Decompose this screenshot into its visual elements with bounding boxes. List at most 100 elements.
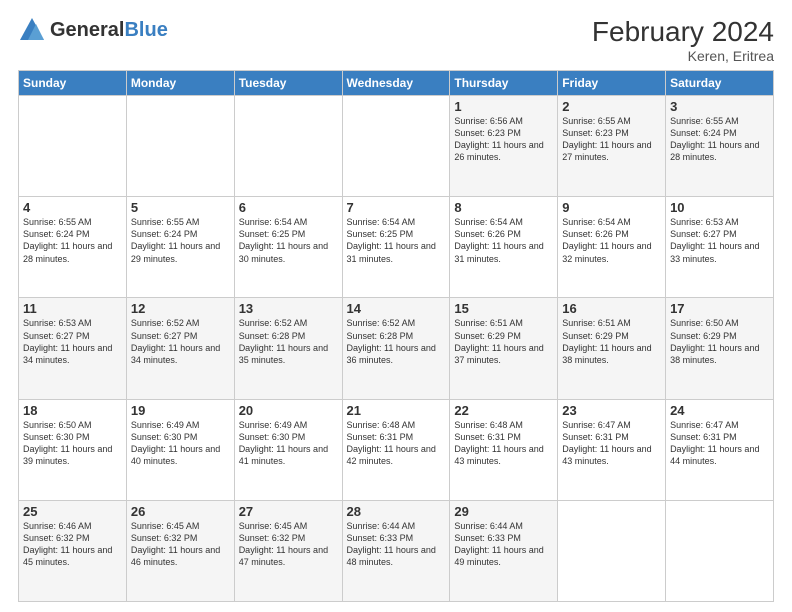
day-number: 27 (239, 504, 338, 519)
table-cell (126, 96, 234, 197)
table-cell (19, 96, 127, 197)
day-info: Sunrise: 6:56 AM Sunset: 6:23 PM Dayligh… (454, 115, 553, 164)
day-number: 2 (562, 99, 661, 114)
day-number: 10 (670, 200, 769, 215)
table-cell: 25Sunrise: 6:46 AM Sunset: 6:32 PM Dayli… (19, 500, 127, 601)
day-number: 15 (454, 301, 553, 316)
day-number: 26 (131, 504, 230, 519)
day-info: Sunrise: 6:55 AM Sunset: 6:24 PM Dayligh… (131, 216, 230, 265)
day-info: Sunrise: 6:52 AM Sunset: 6:27 PM Dayligh… (131, 317, 230, 366)
day-info: Sunrise: 6:54 AM Sunset: 6:26 PM Dayligh… (454, 216, 553, 265)
table-cell: 4Sunrise: 6:55 AM Sunset: 6:24 PM Daylig… (19, 197, 127, 298)
day-info: Sunrise: 6:51 AM Sunset: 6:29 PM Dayligh… (454, 317, 553, 366)
day-number: 3 (670, 99, 769, 114)
calendar-row: 18Sunrise: 6:50 AM Sunset: 6:30 PM Dayli… (19, 399, 774, 500)
logo-text-general: General (50, 19, 124, 41)
table-cell: 13Sunrise: 6:52 AM Sunset: 6:28 PM Dayli… (234, 298, 342, 399)
day-info: Sunrise: 6:47 AM Sunset: 6:31 PM Dayligh… (562, 419, 661, 468)
calendar-row: 4Sunrise: 6:55 AM Sunset: 6:24 PM Daylig… (19, 197, 774, 298)
col-saturday: Saturday (666, 71, 774, 96)
day-info: Sunrise: 6:47 AM Sunset: 6:31 PM Dayligh… (670, 419, 769, 468)
day-number: 9 (562, 200, 661, 215)
day-info: Sunrise: 6:52 AM Sunset: 6:28 PM Dayligh… (239, 317, 338, 366)
col-friday: Friday (558, 71, 666, 96)
day-number: 7 (347, 200, 446, 215)
table-cell: 12Sunrise: 6:52 AM Sunset: 6:27 PM Dayli… (126, 298, 234, 399)
day-number: 6 (239, 200, 338, 215)
day-info: Sunrise: 6:52 AM Sunset: 6:28 PM Dayligh… (347, 317, 446, 366)
table-cell (234, 96, 342, 197)
calendar-row: 11Sunrise: 6:53 AM Sunset: 6:27 PM Dayli… (19, 298, 774, 399)
logo: GeneralBlue (18, 16, 168, 44)
day-info: Sunrise: 6:49 AM Sunset: 6:30 PM Dayligh… (239, 419, 338, 468)
table-cell: 5Sunrise: 6:55 AM Sunset: 6:24 PM Daylig… (126, 197, 234, 298)
table-cell: 15Sunrise: 6:51 AM Sunset: 6:29 PM Dayli… (450, 298, 558, 399)
col-thursday: Thursday (450, 71, 558, 96)
table-cell: 19Sunrise: 6:49 AM Sunset: 6:30 PM Dayli… (126, 399, 234, 500)
month-year: February 2024 (592, 16, 774, 48)
location: Keren, Eritrea (592, 48, 774, 64)
day-number: 1 (454, 99, 553, 114)
day-number: 14 (347, 301, 446, 316)
table-cell (342, 96, 450, 197)
day-info: Sunrise: 6:44 AM Sunset: 6:33 PM Dayligh… (347, 520, 446, 569)
day-number: 16 (562, 301, 661, 316)
table-cell: 14Sunrise: 6:52 AM Sunset: 6:28 PM Dayli… (342, 298, 450, 399)
title-block: February 2024 Keren, Eritrea (592, 16, 774, 64)
table-cell: 10Sunrise: 6:53 AM Sunset: 6:27 PM Dayli… (666, 197, 774, 298)
table-cell (558, 500, 666, 601)
table-cell: 27Sunrise: 6:45 AM Sunset: 6:32 PM Dayli… (234, 500, 342, 601)
day-number: 18 (23, 403, 122, 418)
day-info: Sunrise: 6:55 AM Sunset: 6:23 PM Dayligh… (562, 115, 661, 164)
day-info: Sunrise: 6:53 AM Sunset: 6:27 PM Dayligh… (670, 216, 769, 265)
day-number: 13 (239, 301, 338, 316)
header-row: Sunday Monday Tuesday Wednesday Thursday… (19, 71, 774, 96)
table-cell: 18Sunrise: 6:50 AM Sunset: 6:30 PM Dayli… (19, 399, 127, 500)
day-info: Sunrise: 6:50 AM Sunset: 6:29 PM Dayligh… (670, 317, 769, 366)
day-number: 19 (131, 403, 230, 418)
day-info: Sunrise: 6:49 AM Sunset: 6:30 PM Dayligh… (131, 419, 230, 468)
logo-icon (18, 16, 46, 44)
table-cell: 23Sunrise: 6:47 AM Sunset: 6:31 PM Dayli… (558, 399, 666, 500)
table-cell (666, 500, 774, 601)
table-cell: 9Sunrise: 6:54 AM Sunset: 6:26 PM Daylig… (558, 197, 666, 298)
table-cell: 6Sunrise: 6:54 AM Sunset: 6:25 PM Daylig… (234, 197, 342, 298)
table-cell: 24Sunrise: 6:47 AM Sunset: 6:31 PM Dayli… (666, 399, 774, 500)
day-info: Sunrise: 6:51 AM Sunset: 6:29 PM Dayligh… (562, 317, 661, 366)
col-monday: Monday (126, 71, 234, 96)
table-cell: 21Sunrise: 6:48 AM Sunset: 6:31 PM Dayli… (342, 399, 450, 500)
day-number: 5 (131, 200, 230, 215)
day-number: 25 (23, 504, 122, 519)
calendar-row: 25Sunrise: 6:46 AM Sunset: 6:32 PM Dayli… (19, 500, 774, 601)
logo-text-blue: Blue (124, 19, 167, 41)
table-cell: 22Sunrise: 6:48 AM Sunset: 6:31 PM Dayli… (450, 399, 558, 500)
day-number: 21 (347, 403, 446, 418)
day-info: Sunrise: 6:44 AM Sunset: 6:33 PM Dayligh… (454, 520, 553, 569)
day-info: Sunrise: 6:54 AM Sunset: 6:26 PM Dayligh… (562, 216, 661, 265)
table-cell: 26Sunrise: 6:45 AM Sunset: 6:32 PM Dayli… (126, 500, 234, 601)
top-header: GeneralBlue February 2024 Keren, Eritrea (18, 16, 774, 64)
page: GeneralBlue February 2024 Keren, Eritrea… (0, 0, 792, 612)
table-cell: 28Sunrise: 6:44 AM Sunset: 6:33 PM Dayli… (342, 500, 450, 601)
day-number: 24 (670, 403, 769, 418)
day-number: 11 (23, 301, 122, 316)
day-info: Sunrise: 6:53 AM Sunset: 6:27 PM Dayligh… (23, 317, 122, 366)
table-cell: 7Sunrise: 6:54 AM Sunset: 6:25 PM Daylig… (342, 197, 450, 298)
day-number: 29 (454, 504, 553, 519)
calendar-table: Sunday Monday Tuesday Wednesday Thursday… (18, 70, 774, 602)
table-cell: 1Sunrise: 6:56 AM Sunset: 6:23 PM Daylig… (450, 96, 558, 197)
day-number: 12 (131, 301, 230, 316)
day-number: 28 (347, 504, 446, 519)
table-cell: 17Sunrise: 6:50 AM Sunset: 6:29 PM Dayli… (666, 298, 774, 399)
col-sunday: Sunday (19, 71, 127, 96)
table-cell: 29Sunrise: 6:44 AM Sunset: 6:33 PM Dayli… (450, 500, 558, 601)
col-wednesday: Wednesday (342, 71, 450, 96)
day-info: Sunrise: 6:48 AM Sunset: 6:31 PM Dayligh… (454, 419, 553, 468)
day-info: Sunrise: 6:46 AM Sunset: 6:32 PM Dayligh… (23, 520, 122, 569)
table-cell: 2Sunrise: 6:55 AM Sunset: 6:23 PM Daylig… (558, 96, 666, 197)
table-cell: 20Sunrise: 6:49 AM Sunset: 6:30 PM Dayli… (234, 399, 342, 500)
day-info: Sunrise: 6:54 AM Sunset: 6:25 PM Dayligh… (347, 216, 446, 265)
calendar-row: 1Sunrise: 6:56 AM Sunset: 6:23 PM Daylig… (19, 96, 774, 197)
day-info: Sunrise: 6:45 AM Sunset: 6:32 PM Dayligh… (239, 520, 338, 569)
table-cell: 16Sunrise: 6:51 AM Sunset: 6:29 PM Dayli… (558, 298, 666, 399)
